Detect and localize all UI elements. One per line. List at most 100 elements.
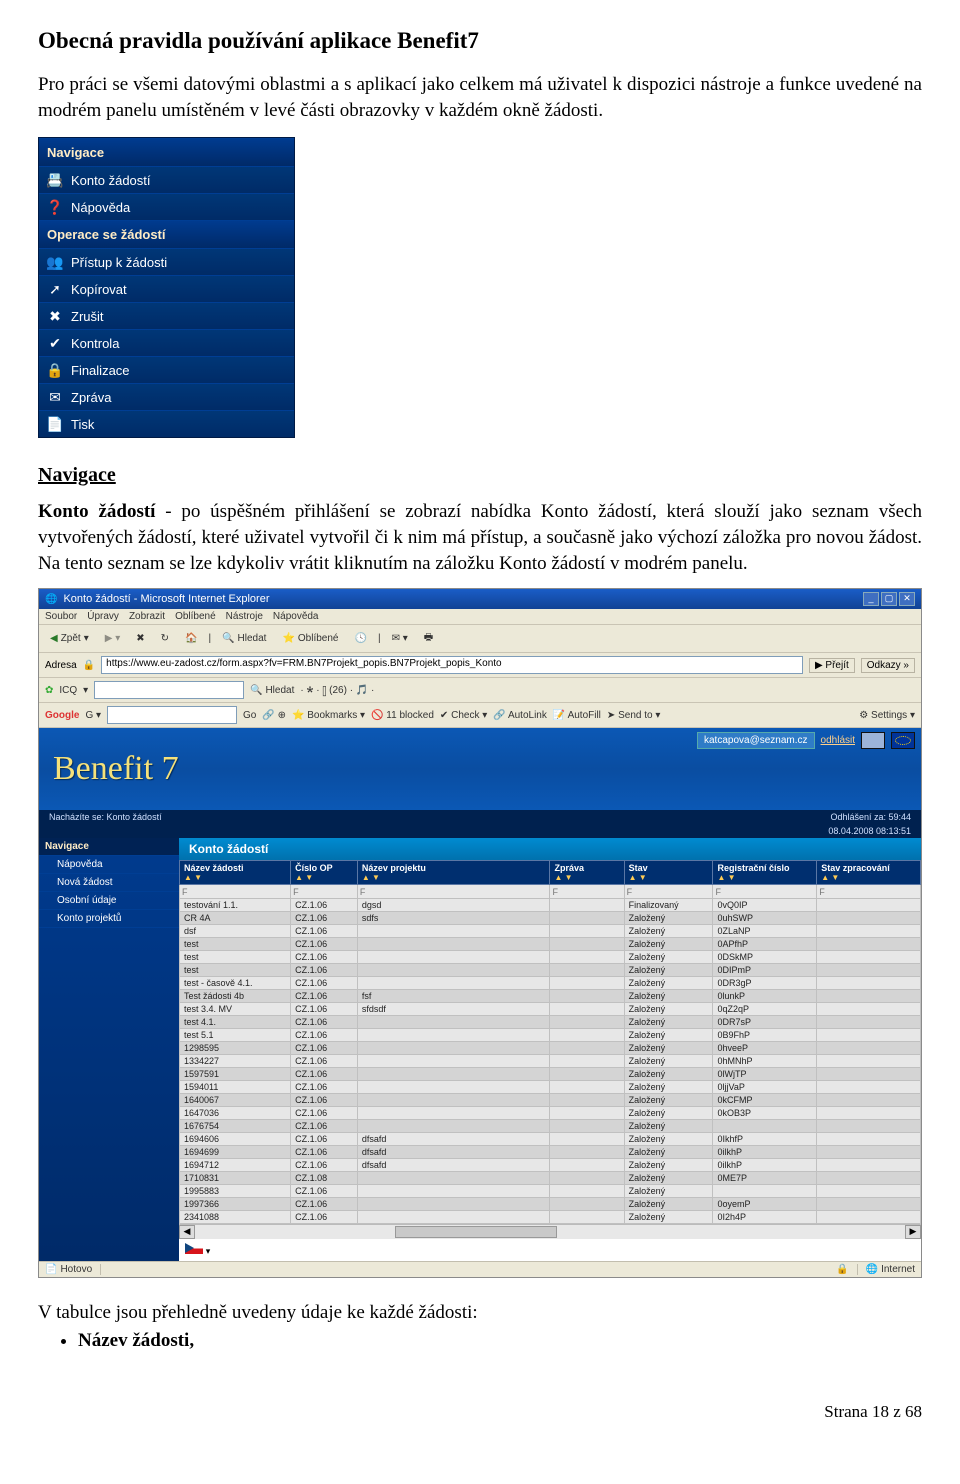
table-row[interactable]: test 3.4. MVCZ.1.06sfdsdfZaložený0qZ2qP	[180, 1003, 921, 1016]
table-row[interactable]: 1298595CZ.1.06Založený0hveeP	[180, 1042, 921, 1055]
nav1-0[interactable]: 📇Konto žádostí	[39, 166, 294, 193]
table-row[interactable]: testCZ.1.06Založený0DIPmP	[180, 964, 921, 977]
table-row[interactable]: 1647036CZ.1.06Založený0kOB3P	[180, 1107, 921, 1120]
nav2-2[interactable]: ✖Zrušit	[39, 302, 294, 329]
table-row[interactable]: 1995883CZ.1.06Založený	[180, 1185, 921, 1198]
horizontal-scrollbar[interactable]: ◀ ▶	[179, 1224, 921, 1239]
google-blocked[interactable]: 🚫 11 blocked	[371, 710, 434, 721]
table-row[interactable]: 1597591CZ.1.06Založený0lWjTP	[180, 1068, 921, 1081]
table-row[interactable]: test 5.1CZ.1.06Založený0B9FhP	[180, 1029, 921, 1042]
cell: 1334227	[180, 1055, 291, 1068]
maximize-button[interactable]: ▢	[881, 592, 897, 606]
filter-input-5[interactable]	[713, 885, 816, 898]
nav1-1[interactable]: ❓Nápověda	[39, 193, 294, 220]
cell	[550, 1185, 624, 1198]
menu-4[interactable]: Nástroje	[226, 611, 263, 622]
col-header-5[interactable]: Registrační číslo▲ ▼	[713, 861, 817, 885]
table-row[interactable]: test 4.1.CZ.1.06Založený0DR7sP	[180, 1016, 921, 1029]
google-check[interactable]: ✔ Check ▾	[440, 710, 487, 721]
menu-0[interactable]: Soubor	[45, 611, 77, 622]
left-nav-item-1[interactable]: Nová žádost	[39, 874, 179, 892]
google-go-button[interactable]: Go	[243, 710, 256, 721]
forward-button[interactable]: ▶ ▾	[100, 631, 126, 646]
logout-link[interactable]: odhlásit	[821, 735, 855, 746]
nav2-1[interactable]: ➚Kopírovat	[39, 275, 294, 302]
google-search-input[interactable]	[107, 706, 237, 724]
nav2-0[interactable]: 👥Přístup k žádosti	[39, 248, 294, 275]
table-row[interactable]: CR 4ACZ.1.06sdfsZaložený0uhSWP	[180, 912, 921, 925]
nav2-label-6: Tisk	[71, 417, 94, 432]
table-row[interactable]: Test žádosti 4bCZ.1.06fsfZaložený0lunkP	[180, 990, 921, 1003]
bullet-item: Název žádosti,	[78, 1330, 922, 1352]
icq-search-input[interactable]	[94, 681, 244, 699]
left-nav-item-3[interactable]: Konto projektů	[39, 910, 179, 928]
table-row[interactable]: test - časově 4.1.CZ.1.06Založený0DR3gP	[180, 977, 921, 990]
table-row[interactable]: 1594011CZ.1.06Založený0ljjVaP	[180, 1081, 921, 1094]
back-button[interactable]: ◀ Zpět ▾	[45, 631, 94, 646]
mail-icon[interactable]: ✉ ▾	[387, 631, 413, 646]
filter-input-6[interactable]	[817, 885, 920, 898]
scroll-thumb[interactable]	[395, 1226, 557, 1238]
col-header-3[interactable]: Zpráva▲ ▼	[550, 861, 624, 885]
menu-1[interactable]: Úpravy	[87, 611, 119, 622]
table-row[interactable]: 1694699CZ.1.06dfsafdZaložený0ilkhP	[180, 1146, 921, 1159]
col-header-1[interactable]: Číslo OP▲ ▼	[291, 861, 358, 885]
filter-input-1[interactable]	[291, 885, 357, 898]
print-icon[interactable]: 🖶	[419, 628, 438, 649]
nav2-6[interactable]: 📄Tisk	[39, 410, 294, 437]
nav2-3[interactable]: ✔Kontrola	[39, 329, 294, 356]
nav2-5[interactable]: ✉Zpráva	[39, 383, 294, 410]
cell: 0ilkhP	[713, 1159, 817, 1172]
table-row[interactable]: testCZ.1.06Založený0DSkMP	[180, 951, 921, 964]
scroll-left-arrow[interactable]: ◀	[179, 1225, 195, 1239]
left-nav-item-2[interactable]: Osobní údaje	[39, 892, 179, 910]
google-autofill[interactable]: 📝 AutoFill	[553, 710, 601, 721]
filter-input-0[interactable]	[180, 885, 290, 898]
favorites-button[interactable]: ⭐ Oblíbené	[277, 631, 343, 646]
table-row[interactable]: dsfCZ.1.06Založený0ZLaNP	[180, 925, 921, 938]
google-sendto[interactable]: ➤ Send to ▾	[607, 710, 660, 721]
close-button[interactable]: ✕	[899, 592, 915, 606]
filter-input-4[interactable]	[625, 885, 713, 898]
flag-dropdown-icon[interactable]: ▾	[206, 1246, 211, 1256]
table-row[interactable]: 2341088CZ.1.06Založený0I2h4P	[180, 1211, 921, 1224]
menu-3[interactable]: Oblíbené	[175, 611, 216, 622]
table-row[interactable]: 1710831CZ.1.08Založený0ME7P	[180, 1172, 921, 1185]
table-row[interactable]: 1334227CZ.1.06Založený0hMNhP	[180, 1055, 921, 1068]
refresh-icon[interactable]: ↻	[156, 631, 174, 646]
filter-input-3[interactable]	[550, 885, 623, 898]
history-icon[interactable]: 🕓	[350, 631, 372, 646]
go-button[interactable]: ▶ Přejít	[809, 658, 855, 673]
table-row[interactable]: 1694606CZ.1.06dfsafdZaložený0IkhfP	[180, 1133, 921, 1146]
table-row[interactable]: testování 1.1.CZ.1.06dgsdFinalizovaný0vQ…	[180, 899, 921, 912]
cell	[357, 977, 550, 990]
col-header-4[interactable]: Stav▲ ▼	[624, 861, 713, 885]
menu-2[interactable]: Zobrazit	[129, 611, 165, 622]
table-row[interactable]: 1676754CZ.1.06Založený	[180, 1120, 921, 1133]
url-input[interactable]: https://www.eu-zadost.cz/form.aspx?fv=FR…	[101, 656, 803, 674]
col-header-0[interactable]: Název žádosti▲ ▼	[180, 861, 291, 885]
table-row[interactable]: 1694712CZ.1.06dfsafdZaložený0ilkhP	[180, 1159, 921, 1172]
cz-flag-icon[interactable]	[185, 1243, 203, 1254]
nav2-4[interactable]: 🔒Finalizace	[39, 356, 294, 383]
scroll-right-arrow[interactable]: ▶	[905, 1225, 921, 1239]
icq-search-btn[interactable]: 🔍 Hledat	[250, 685, 294, 696]
table-row[interactable]: testCZ.1.06Založený0APfhP	[180, 938, 921, 951]
home-icon[interactable]: 🏠	[180, 631, 202, 646]
cell: CZ.1.08	[291, 1172, 358, 1185]
google-autolink[interactable]: 🔗 AutoLink	[493, 710, 547, 721]
google-settings[interactable]: ⚙ Settings ▾	[859, 710, 915, 721]
search-button[interactable]: 🔍 Hledat	[217, 631, 271, 646]
cell	[817, 1198, 921, 1211]
table-row[interactable]: 1640067CZ.1.06Založený0kCFMP	[180, 1094, 921, 1107]
left-nav-item-0[interactable]: Nápověda	[39, 856, 179, 874]
col-header-6[interactable]: Stav zpracování▲ ▼	[817, 861, 921, 885]
google-bookmarks[interactable]: ⭐ Bookmarks ▾	[292, 710, 365, 721]
stop-icon[interactable]: ✖	[131, 631, 149, 646]
col-header-2[interactable]: Název projektu▲ ▼	[357, 861, 550, 885]
menu-5[interactable]: Nápověda	[273, 611, 319, 622]
links-button[interactable]: Odkazy »	[861, 658, 915, 673]
table-row[interactable]: 1997366CZ.1.06Založený0oyemP	[180, 1198, 921, 1211]
minimize-button[interactable]: _	[863, 592, 879, 606]
filter-input-2[interactable]	[358, 885, 550, 898]
